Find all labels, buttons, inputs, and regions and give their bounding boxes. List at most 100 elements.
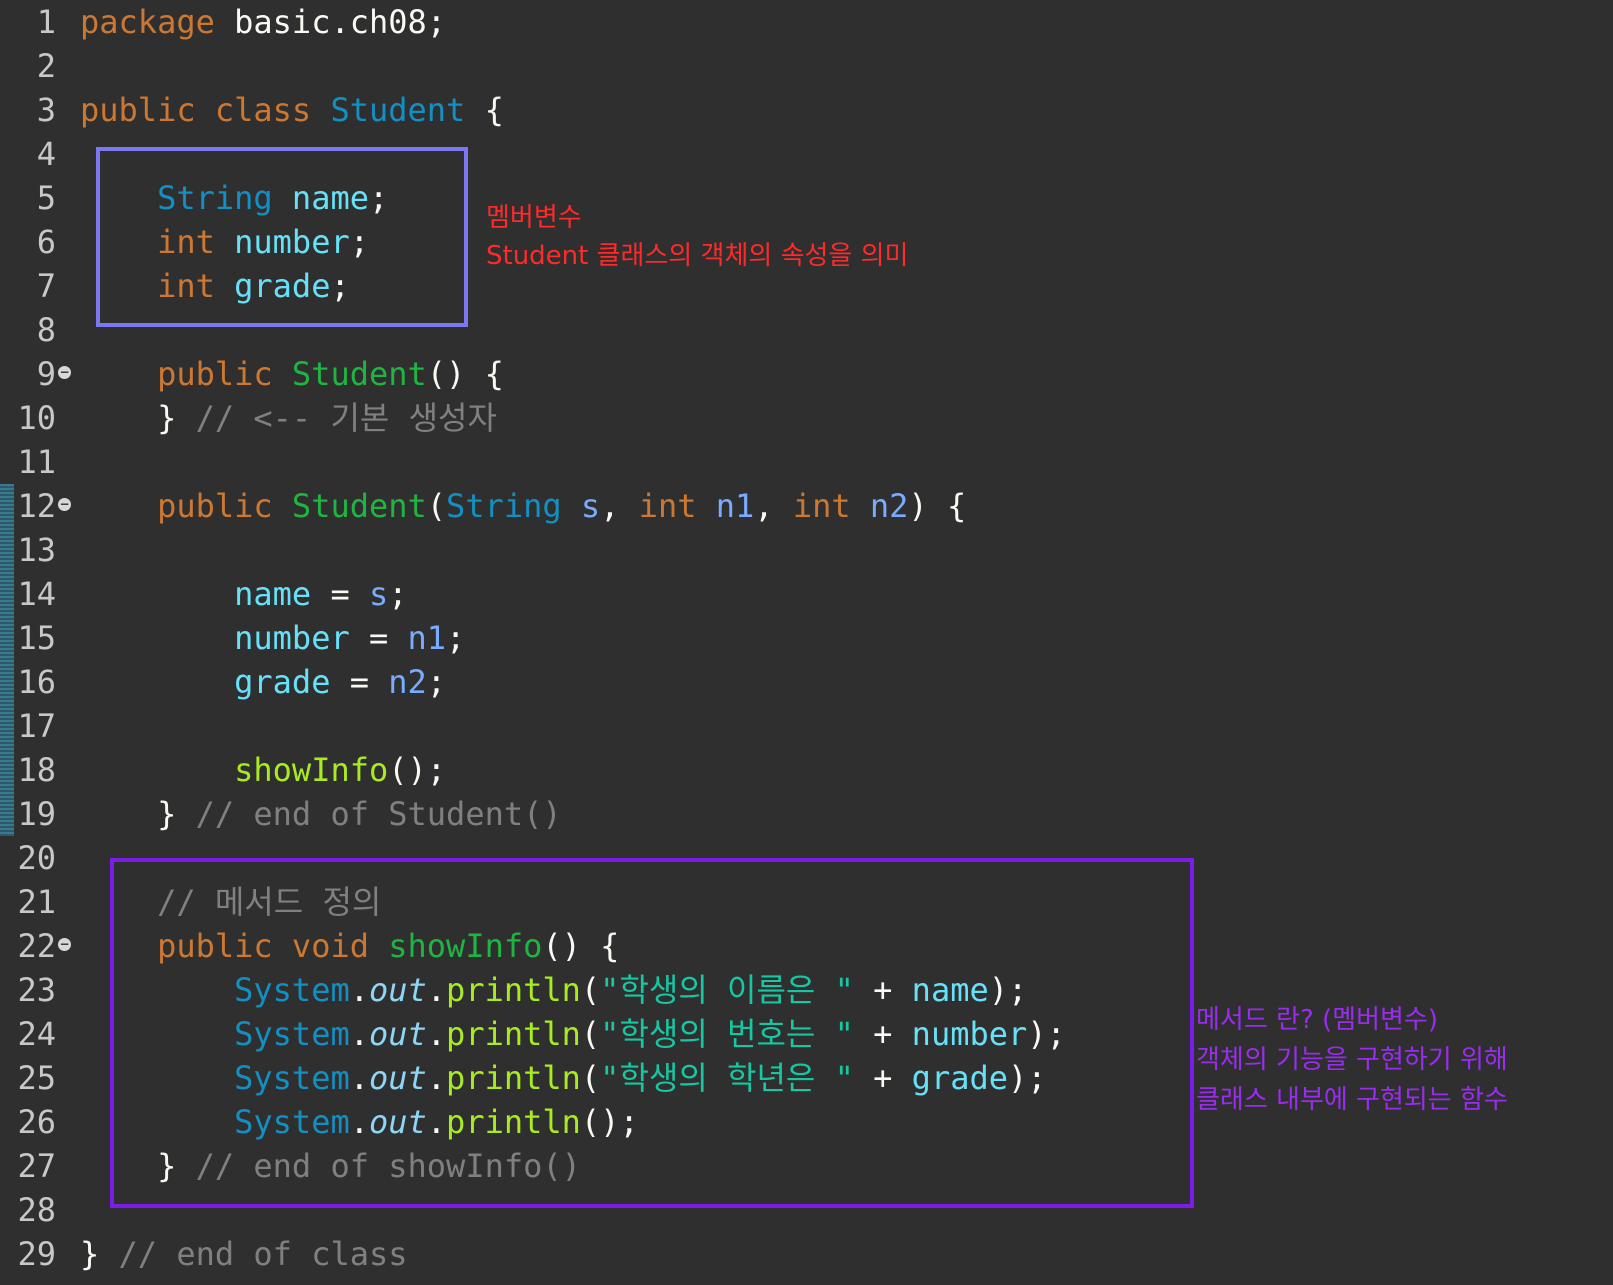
method-note-desc-2: 클래스 내부에 구현되는 함수	[1196, 1085, 1508, 1115]
code-token: grade	[234, 663, 331, 701]
line-number: 4	[36, 135, 56, 173]
fold-collapse-icon[interactable]: −	[58, 938, 71, 951]
code-token: String	[446, 487, 562, 525]
code-token: showInfo	[234, 751, 389, 789]
code-token: =	[311, 575, 369, 613]
line-number: 24	[17, 1015, 56, 1053]
code-editor[interactable]: 1 package basic.ch08; 2 3 public class Stude…	[0, 0, 1613, 1285]
code-text: } // <-- 기본 생성자	[80, 396, 497, 440]
code-token: number	[234, 619, 350, 657]
line-number: 15	[17, 619, 56, 657]
code-text: public class Student {	[80, 88, 504, 132]
code-token: ;	[426, 663, 447, 701]
line-number: 10	[17, 399, 56, 437]
code-token: n2	[388, 663, 427, 701]
line-number: 25	[17, 1059, 56, 1097]
code-token: s	[580, 487, 601, 525]
code-token: Student	[291, 487, 427, 525]
line-number: 11	[17, 443, 56, 481]
line-number: 19	[17, 795, 56, 833]
line-number: 28	[17, 1191, 56, 1229]
code-line[interactable]: 13	[0, 528, 1613, 572]
code-line[interactable]: 29} // end of class	[0, 1232, 1613, 1276]
line-number: 9	[36, 355, 56, 393]
code-line[interactable]: 1 package basic.ch08;	[0, 0, 1613, 44]
code-line[interactable]: 16 grade = n2;	[0, 660, 1613, 704]
code-token: (	[426, 487, 447, 525]
line-number: 16	[17, 663, 56, 701]
code-token: s	[368, 575, 389, 613]
code-token: ,	[600, 487, 639, 525]
code-token: }	[80, 399, 196, 437]
code-token: n1	[407, 619, 447, 657]
code-token: n1	[715, 487, 755, 525]
code-token: }	[80, 1235, 119, 1273]
code-token: n2	[869, 487, 909, 525]
code-token: Student	[291, 355, 427, 393]
code-token: {	[465, 91, 504, 129]
line-number: 14	[17, 575, 56, 613]
code-text: name = s;	[80, 572, 408, 616]
code-token: }	[80, 795, 196, 833]
member-variables-note-desc: Student 클래스의 객체의 속성을 의미	[486, 241, 909, 271]
code-line[interactable]: 15 number = n1;	[0, 616, 1613, 660]
code-line[interactable]: 10 } // <-- 기본 생성자	[0, 396, 1613, 440]
code-token: public	[157, 487, 273, 525]
method-note-desc-1: 객체의 기능을 구현하기 위해	[1196, 1045, 1508, 1075]
line-number: 6	[36, 223, 56, 261]
code-token: int	[792, 487, 851, 525]
code-line[interactable]: 3 public class Student {	[0, 88, 1613, 132]
code-text: grade = n2;	[80, 660, 446, 704]
fold-collapse-icon[interactable]: −	[58, 498, 71, 511]
code-text: } // end of class	[80, 1232, 408, 1276]
method-note-title: 메서드 란? (멤버변수)	[1196, 1005, 1438, 1035]
line-number: 22	[17, 927, 56, 965]
member-variables-highlight-box	[96, 147, 468, 327]
code-token: basic.ch08;	[214, 3, 447, 41]
fold-collapse-icon[interactable]: −	[58, 366, 71, 379]
line-number: 17	[17, 707, 56, 745]
code-line[interactable]: 9− public Student() {	[0, 352, 1613, 396]
code-line[interactable]: 14 name = s;	[0, 572, 1613, 616]
code-token: ) {	[908, 487, 967, 525]
code-text: public Student() {	[80, 352, 504, 396]
code-token: public class	[80, 91, 331, 129]
line-number: 27	[17, 1147, 56, 1185]
code-line[interactable]: 12− public Student(String s, int n1, int…	[0, 484, 1613, 528]
line-number: 2	[36, 47, 56, 85]
code-token: ,	[754, 487, 793, 525]
code-line[interactable]: 18 showInfo();	[0, 748, 1613, 792]
line-number: 21	[17, 883, 56, 921]
line-number: 20	[17, 839, 56, 877]
code-line[interactable]: 11	[0, 440, 1613, 484]
line-number: 18	[17, 751, 56, 789]
code-token: Student	[330, 91, 466, 129]
line-number: 1	[36, 3, 56, 41]
method-highlight-box	[110, 858, 1194, 1208]
line-number: 7	[36, 267, 56, 305]
code-text: showInfo();	[80, 748, 446, 792]
line-number: 3	[36, 91, 56, 129]
code-token: ();	[388, 751, 447, 789]
line-number: 29	[17, 1235, 56, 1273]
code-text: public Student(String s, int n1, int n2)…	[80, 484, 966, 528]
code-text: number = n1;	[80, 616, 465, 660]
code-text: } // end of Student()	[80, 792, 562, 836]
code-line[interactable]: 19 } // end of Student()	[0, 792, 1613, 836]
code-token: int	[638, 487, 697, 525]
code-token: =	[349, 619, 408, 657]
code-token: public	[157, 355, 273, 393]
member-variables-note-title: 멤버변수	[486, 203, 582, 233]
code-token: ;	[388, 575, 408, 613]
code-token: // end of class	[118, 1235, 408, 1273]
code-line[interactable]: 2	[0, 44, 1613, 88]
code-line[interactable]: 17	[0, 704, 1613, 748]
line-number: 5	[36, 179, 56, 217]
